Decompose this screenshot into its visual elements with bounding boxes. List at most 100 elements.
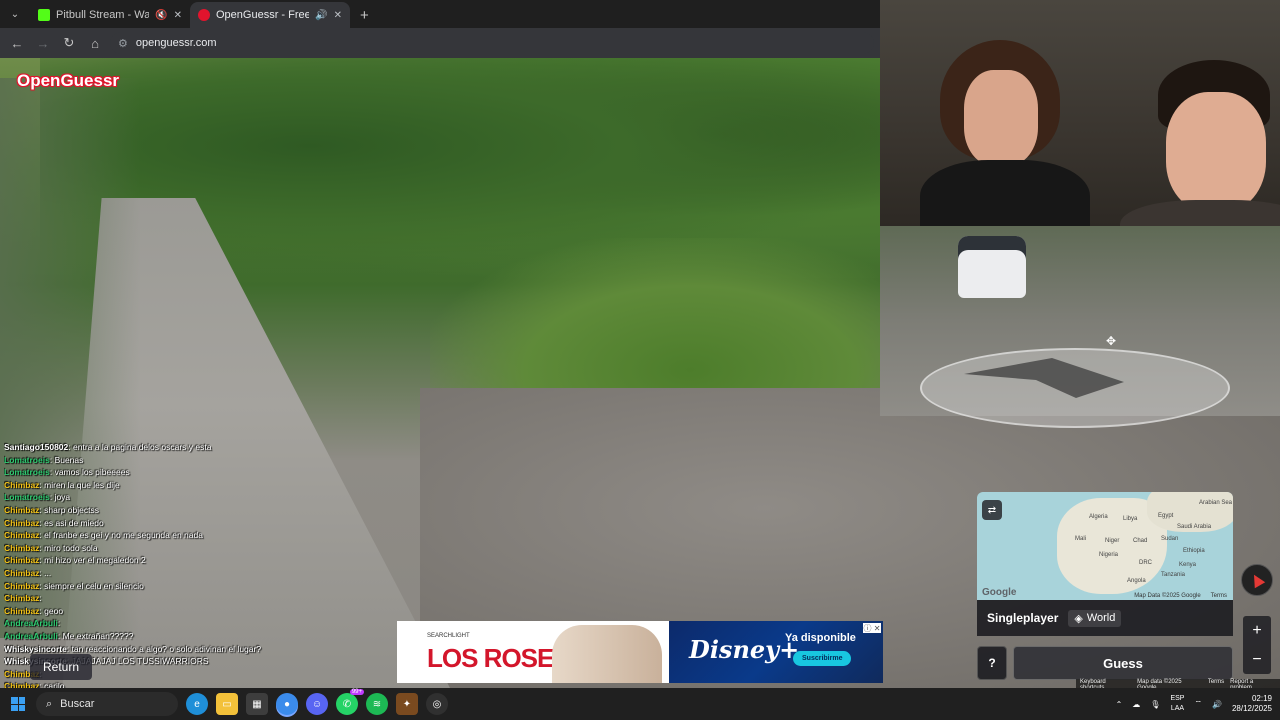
- chat-username[interactable]: AndreaArbuli: [4, 618, 58, 628]
- chat-username[interactable]: Chimbaz: [4, 568, 39, 578]
- chrome-icon[interactable]: ●: [276, 693, 298, 715]
- return-button[interactable]: Return: [30, 654, 92, 680]
- chat-username[interactable]: Whiskysincorte: [4, 644, 67, 654]
- guess-map[interactable]: Algeria Libya Egypt Saudi Arabia Mali Ni…: [977, 492, 1233, 600]
- site-info-icon[interactable]: ⚙: [118, 37, 128, 50]
- layout-code: LAA: [1170, 705, 1185, 712]
- ad-poster-image: [552, 625, 662, 683]
- chat-username[interactable]: AndreaArbuli: [4, 631, 58, 641]
- spotify-icon[interactable]: ≋: [366, 693, 388, 715]
- chat-separator: :: [57, 618, 61, 629]
- reload-icon[interactable]: ↻: [58, 32, 80, 54]
- network-tray-icon[interactable]: ☁: [1132, 700, 1140, 709]
- compass-icon[interactable]: [1241, 564, 1273, 596]
- chat-username[interactable]: Chimbaz: [4, 505, 39, 515]
- address-bar: ← → ↻ ⌂ ⚙ openguessr.com: [0, 28, 880, 58]
- language-indicator[interactable]: ESP LAA: [1170, 694, 1184, 714]
- game-mode-bar: Singleplayer ◈ World: [977, 600, 1233, 636]
- chat-text: ...: [44, 567, 52, 578]
- file-explorer-icon[interactable]: ▭: [216, 693, 238, 715]
- zoom-in-button[interactable]: +: [1252, 622, 1261, 640]
- chat-username[interactable]: Lomatroeis: [4, 467, 50, 477]
- guess-button[interactable]: Guess: [1013, 646, 1233, 680]
- chat-message: Chimbaz:: [4, 592, 304, 605]
- tab-search-icon[interactable]: ⌄: [4, 3, 26, 25]
- layers-icon: ◈: [1074, 612, 1083, 625]
- obs-icon[interactable]: ◎: [426, 693, 448, 715]
- home-icon[interactable]: ⌂: [84, 32, 106, 54]
- tab-openguessr[interactable]: OpenGuessr - Free GeoGuessr 🔊 ✕: [190, 2, 350, 28]
- chat-text: miren la que les dije: [44, 479, 120, 490]
- chat-username[interactable]: Chimbaz: [4, 543, 39, 553]
- help-button[interactable]: ?: [977, 646, 1007, 680]
- region-selector[interactable]: ◈ World: [1068, 609, 1122, 627]
- taskbar-search[interactable]: ⌕ Buscar: [36, 692, 178, 716]
- new-tab-button[interactable]: +: [350, 2, 379, 28]
- chat-username[interactable]: Santiago150802: [4, 442, 68, 452]
- webcam-overlay: [880, 0, 1280, 226]
- whatsapp-icon[interactable]: ✆ 99+: [336, 689, 364, 715]
- chat-message: Chimbaz: siempre el celu en silencio: [4, 580, 304, 593]
- report-problem-link[interactable]: Report a problem: [1230, 679, 1276, 691]
- map-label: Arabian Sea: [1199, 500, 1233, 506]
- chat-username[interactable]: Chimbaz: [4, 555, 39, 565]
- zoom-controls: + −: [1243, 616, 1271, 674]
- map-footer: Map Data ©2025 Google Terms: [1134, 593, 1227, 599]
- keyboard-shortcuts-link[interactable]: Keyboard shortcuts: [1080, 679, 1131, 691]
- date: 28/12/2025: [1231, 704, 1272, 713]
- mute-icon[interactable]: 🔇: [155, 10, 167, 21]
- audio-icon[interactable]: 🔊: [315, 10, 327, 21]
- chat-username[interactable]: Chimbaz: [4, 606, 39, 616]
- terms-link[interactable]: Terms: [1208, 679, 1224, 688]
- chat-username[interactable]: Chimbaz: [4, 518, 39, 528]
- back-icon[interactable]: ←: [6, 32, 28, 54]
- chat-username[interactable]: Chimbaz: [4, 530, 39, 540]
- chat-text: entra a la pagina delos oscars y esta: [73, 442, 212, 452]
- chat-username[interactable]: Lomatroeis: [4, 455, 50, 465]
- chat-text: tan reaccionando a algo? o solo adivinan…: [71, 643, 262, 654]
- streamer-right: [1120, 60, 1280, 226]
- mic-icon[interactable]: 🎙: [1150, 700, 1160, 709]
- chat-text: miro todo sola: [44, 542, 98, 553]
- chat-message: Chimbaz: miro todo sola: [4, 542, 304, 555]
- clock[interactable]: 02:19 28/12/2025: [1232, 694, 1272, 714]
- store-icon[interactable]: ▦: [246, 693, 268, 715]
- zoom-out-button[interactable]: −: [1252, 651, 1261, 669]
- chat-username[interactable]: Lomatroeis: [4, 492, 50, 502]
- openguessr-logo[interactable]: OpenGuessr: [17, 71, 119, 91]
- chat-message: Lomatroeis: Buenas: [4, 454, 304, 467]
- url-field[interactable]: ⚙ openguessr.com: [110, 32, 874, 54]
- time: 02:19: [1251, 694, 1272, 703]
- map-terms-link[interactable]: Terms: [1211, 593, 1227, 599]
- tab-bar: ⌄ Pitbull Stream - Watch Live 🔇 ✕ OpenGu…: [0, 0, 880, 28]
- wifi-icon[interactable]: ⌔: [1194, 699, 1202, 709]
- map-label: Libya: [1123, 516, 1138, 522]
- ad-disney-panel[interactable]: Disney+ Ya disponible Suscribirme: [669, 621, 883, 683]
- chat-username[interactable]: Chimbaz: [4, 581, 39, 591]
- chat-username[interactable]: Chimbaz: [4, 480, 39, 490]
- close-tab-icon[interactable]: ✕: [334, 10, 342, 21]
- ad-close-icon[interactable]: ⓘ ✕: [863, 623, 881, 633]
- map-label: Algeria: [1089, 514, 1108, 520]
- taskbar: ⌕ Buscar e ▭ ▦ ● ☺ ✆ 99+ ≋ ✦ ◎ ⌃ ☁ 🎙 ESP…: [0, 688, 1280, 720]
- kick-favicon-icon: [38, 9, 50, 21]
- chat-message: AndreaArbuli: Me extrañan?????: [4, 630, 304, 643]
- chevron-up-icon[interactable]: ⌃: [1116, 700, 1123, 709]
- volume-icon[interactable]: 🔊: [1212, 700, 1222, 709]
- forward-icon[interactable]: →: [32, 32, 54, 54]
- search-icon: ⌕: [46, 697, 53, 710]
- map-expand-icon[interactable]: ⇄: [982, 500, 1002, 520]
- windows-icon: [11, 697, 25, 711]
- subscribe-button[interactable]: Suscribirme: [793, 651, 852, 666]
- edge-icon[interactable]: e: [186, 693, 208, 715]
- discord-icon[interactable]: ☺: [306, 693, 328, 715]
- ad-movie-panel[interactable]: SEARCHLIGHT LOS ROSES: [397, 621, 669, 683]
- close-tab-icon[interactable]: ✕: [174, 10, 182, 21]
- chat-username[interactable]: Chimbaz: [4, 593, 39, 603]
- ad-banner[interactable]: SEARCHLIGHT LOS ROSES Disney+ Ya disponi…: [397, 621, 883, 683]
- app-icon[interactable]: ✦: [396, 693, 418, 715]
- tab-pitbull-stream[interactable]: Pitbull Stream - Watch Live 🔇 ✕: [30, 2, 190, 28]
- system-tray: ⌃ ☁ 🎙 ESP LAA ⌔ 🔊 02:19 28/12/2025: [1116, 688, 1272, 720]
- map-label: Nigeria: [1099, 552, 1119, 558]
- start-button[interactable]: [0, 688, 36, 720]
